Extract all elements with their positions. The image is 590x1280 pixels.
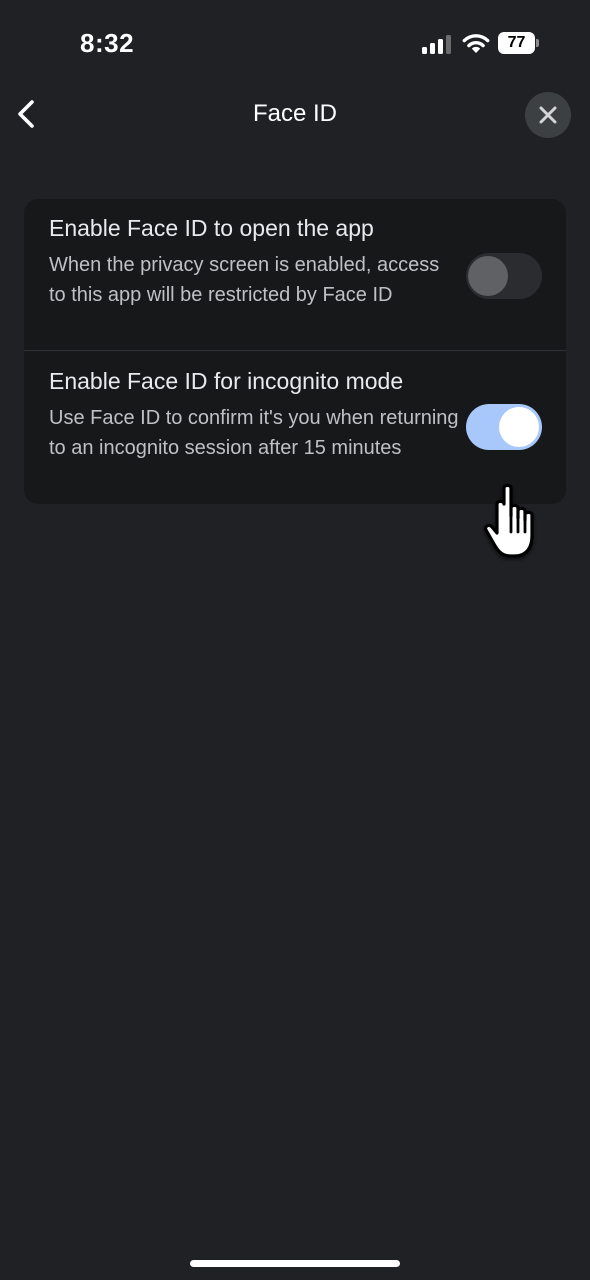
setting-description: Use Face ID to confirm it's you when ret…	[49, 407, 459, 459]
setting-title: Enable Face ID to open the app	[49, 215, 374, 241]
setting-title: Enable Face ID for incognito mode	[49, 368, 404, 394]
open-app-face-id-toggle[interactable]	[466, 253, 542, 299]
battery-level: 77	[498, 32, 535, 54]
toggle-knob	[499, 407, 539, 447]
incognito-face-id-toggle[interactable]	[466, 404, 542, 450]
close-icon	[539, 106, 557, 124]
toggle-knob	[468, 256, 508, 296]
signal-icon	[422, 34, 454, 54]
page-title: Face ID	[252, 100, 338, 127]
hand-pointer-icon	[482, 480, 546, 562]
setting-description: When the privacy screen is enabled, acce…	[49, 254, 440, 306]
status-time: 8:32	[80, 28, 135, 58]
nav-bar: Face ID	[0, 90, 590, 140]
battery-icon: 77	[498, 32, 540, 56]
home-indicator[interactable]	[190, 1260, 400, 1267]
setting-open-app: Enable Face ID to open the app When the …	[24, 199, 566, 351]
status-bar: 8:32 77	[0, 0, 590, 90]
wifi-icon	[462, 32, 490, 54]
close-button[interactable]	[525, 92, 571, 138]
divider	[24, 350, 566, 351]
face-id-settings-card: Enable Face ID to open the app When the …	[24, 199, 566, 504]
